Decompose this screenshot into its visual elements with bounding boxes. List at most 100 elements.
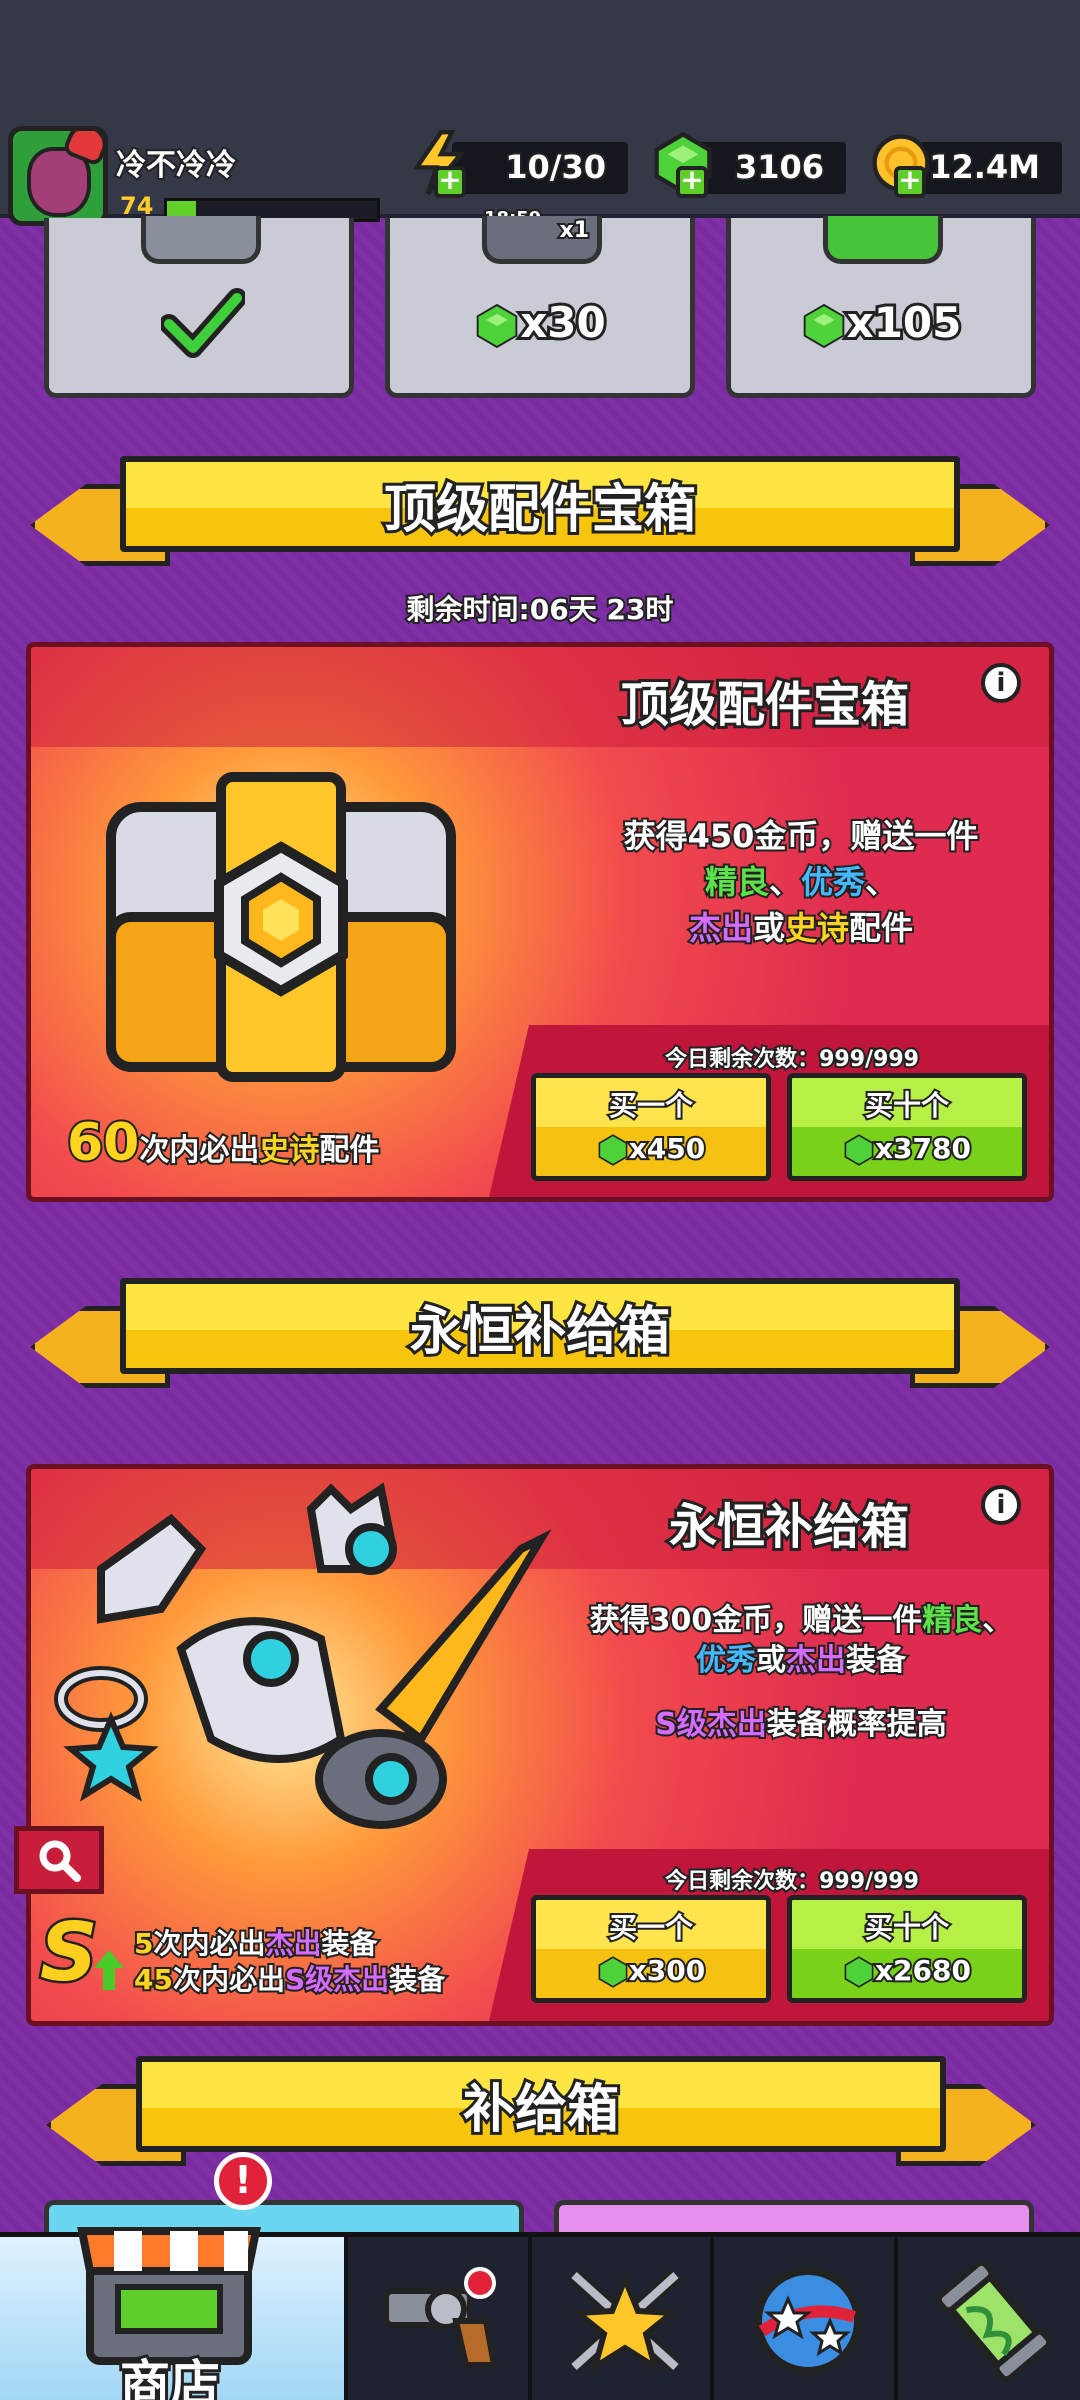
info-icon[interactable]: i <box>981 663 1021 703</box>
equipment-bundle-icon[interactable] <box>41 1479 561 1899</box>
buy-one-label: 买一个 <box>607 1087 695 1124</box>
pity-count: 5 <box>132 1925 156 1962</box>
buy-ten-cost: x3780 <box>792 1130 1022 1167</box>
buy-ten-cost-text: x2680 <box>873 1952 973 1989</box>
conjunction: 或 <box>754 1641 788 1680</box>
offer-card-2-price-text: x30 <box>517 295 609 350</box>
tab-talent[interactable] <box>710 2237 894 2400</box>
premium-remaining-count: 今日剩余次数：999/999 <box>663 1045 921 1074</box>
buy-ten-button[interactable]: 买十个 x3780 <box>787 1073 1027 1181</box>
star-planet-icon <box>754 2267 862 2375</box>
pity-text: 次内必出 <box>137 1131 261 1170</box>
desc-line-2: 优秀或杰出装备 <box>531 1641 1049 1681</box>
player-avatar[interactable] <box>8 126 108 226</box>
tab-battle[interactable] <box>528 2237 710 2400</box>
s-rank-badge: S <box>38 1904 101 2002</box>
premium-chest-icon[interactable] <box>81 767 481 1097</box>
rarity-s-outstanding: S级杰出 <box>653 1705 769 1744</box>
buy-one-cost-text: x450 <box>627 1130 707 1167</box>
pity-count: 45 <box>132 1961 175 1998</box>
eternal-pity-line-2: 45次内必出S级杰出装备 <box>132 1958 447 1998</box>
dna-capsule-icon <box>935 2261 1053 2381</box>
coins-counter[interactable]: + 12.4M <box>872 134 1062 198</box>
buy-ten-cost-text: x3780 <box>873 1130 973 1167</box>
desc-noun: 装备 <box>844 1641 908 1680</box>
green-gem-icon <box>844 1134 874 1166</box>
pity-noun: 装备 <box>320 1925 380 1962</box>
tab-weapons[interactable] <box>344 2237 528 2400</box>
premium-chest-timer: 剩余时间:06天 23时 <box>405 591 676 628</box>
buy-one-button[interactable]: 买一个 x300 <box>531 1895 771 2003</box>
buy-one-cost: x300 <box>536 1952 766 1989</box>
offer-card-2-price: x30 <box>390 295 690 350</box>
add-energy-button[interactable]: + <box>434 166 466 198</box>
desc-line-1: 获得450金币，赠送一件 <box>622 815 981 857</box>
premium-chest-panel: 顶级配件宝箱 i 获得450金币，赠送一件 精良、优秀、 杰出或史诗配件 今日剩… <box>26 642 1054 1202</box>
info-icon[interactable]: i <box>981 1485 1021 1525</box>
top-header: 冷不冷冷 74 + 10/30 18:59 + 3106 + 12.4M <box>0 118 1080 231</box>
offer-card-3-price-text: x105 <box>844 295 965 350</box>
magnify-button[interactable] <box>14 1826 104 1894</box>
green-gem-icon <box>476 303 518 348</box>
buy-ten-label: 买十个 <box>863 1087 951 1124</box>
buy-one-button[interactable]: 买一个 x450 <box>531 1073 771 1181</box>
tab-shop-label: 商店 <box>117 2352 223 2400</box>
pity-rarity: 史诗 <box>257 1131 321 1170</box>
premium-chest-banner-title: 顶级配件宝箱 <box>381 477 699 543</box>
separator: 、 <box>980 1601 1014 1640</box>
boost-text: 装备概率提高 <box>765 1705 949 1744</box>
premium-chest-description: 获得450金币，赠送一件 精良、优秀、 杰出或史诗配件 <box>531 813 1049 951</box>
separator: 、 <box>767 861 803 903</box>
revolver-icon <box>383 2267 498 2368</box>
gems-counter[interactable]: + 3106 <box>654 131 846 198</box>
gems-value: 3106 <box>733 146 826 188</box>
pity-text: 次内必出 <box>171 1961 287 1998</box>
buy-one-label: 买一个 <box>607 1909 695 1946</box>
crossed-swords-star-icon <box>568 2269 682 2374</box>
premium-chest-banner: 顶级配件宝箱 <box>30 456 1050 566</box>
rarity-outstanding: 杰出 <box>687 907 755 949</box>
separator: 、 <box>863 861 899 903</box>
offer-card-2[interactable]: x1 x30 <box>385 216 695 398</box>
buy-ten-button[interactable]: 买十个 x2680 <box>787 1895 1027 2003</box>
buy-one-cost-text: x300 <box>627 1952 707 1989</box>
green-gem-icon <box>598 1956 628 1988</box>
desc-line-3: S级杰出装备概率提高 <box>531 1705 1049 1745</box>
offer-card-3[interactable]: x105 <box>726 216 1036 398</box>
coins-value: 12.4M <box>927 146 1042 188</box>
offer-card-2-badge: x1 <box>558 216 591 245</box>
buy-one-cost: x450 <box>536 1130 766 1167</box>
pity-noun: 配件 <box>317 1131 381 1170</box>
green-gem-icon <box>803 303 844 348</box>
offer-card-1-item <box>141 216 261 264</box>
energy-value: 10/30 <box>503 146 608 188</box>
rarity-excellent: 优秀 <box>694 1641 758 1680</box>
eternal-chest-description: 获得300金币，赠送一件精良、 优秀或杰出装备 S级杰出装备概率提高 <box>531 1601 1049 1745</box>
offer-card-1[interactable] <box>44 216 354 398</box>
offer-card-3-item <box>823 216 943 264</box>
premium-pity-text: 60次内必出史诗配件 <box>65 1111 381 1175</box>
buy-ten-cost: x2680 <box>792 1952 1022 1989</box>
rarity-fine: 精良 <box>703 861 771 903</box>
premium-chest-title: 顶级配件宝箱 <box>618 674 912 736</box>
tab-evolution[interactable] <box>894 2237 1080 2400</box>
status-bar <box>0 0 1080 120</box>
add-coins-button[interactable]: + <box>894 166 926 198</box>
eternal-pity-line-1: 5次内必出杰出装备 <box>132 1922 380 1962</box>
eternal-remaining-count: 今日剩余次数：999/999 <box>663 1867 921 1896</box>
magnifier-icon <box>39 1840 81 1882</box>
energy-counter[interactable]: + 10/30 18:59 <box>412 130 628 231</box>
rarity-excellent: 优秀 <box>799 861 867 903</box>
buy-ten-label: 买十个 <box>863 1909 951 1946</box>
offer-card-2-item: x1 <box>482 216 602 264</box>
player-name: 冷不冷冷 <box>114 146 238 185</box>
desc-line-1: 获得300金币，赠送一件精良、 <box>531 1601 1049 1641</box>
rarity-epic: 史诗 <box>783 907 851 949</box>
supply-box-banner-title: 补给箱 <box>460 2077 622 2143</box>
green-gem-icon <box>844 1956 874 1988</box>
checkmark-icon <box>161 288 245 358</box>
add-gems-button[interactable]: + <box>676 166 708 198</box>
eternal-chest-title: 永恒补给箱 <box>666 1496 912 1558</box>
rarity-outstanding: 杰出 <box>784 1641 848 1680</box>
conjunction: 或 <box>751 907 787 949</box>
